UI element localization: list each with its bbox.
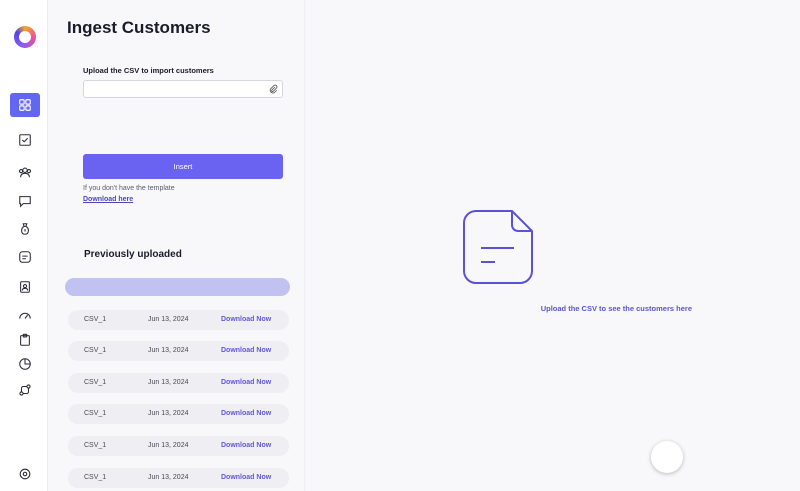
- money-bag-icon[interactable]: [10, 217, 40, 241]
- download-now-link[interactable]: Download Now: [221, 474, 271, 481]
- page-title: Ingest Customers: [67, 18, 211, 37]
- download-now-link[interactable]: Download Now: [221, 379, 271, 386]
- id-badge-icon[interactable]: [10, 275, 40, 299]
- download-now-link[interactable]: Download Now: [221, 442, 271, 449]
- document-icon: [463, 210, 533, 284]
- history-title: Previously uploaded: [84, 249, 182, 260]
- insert-button[interactable]: Insert: [83, 154, 283, 179]
- table-row: CSV_1 Jun 13, 2024 Download Now: [68, 436, 289, 456]
- table-row: CSV_1 Jun 13, 2024 Download Now: [68, 341, 289, 361]
- chat-icon[interactable]: [10, 189, 40, 213]
- file-name: CSV_1: [84, 442, 107, 449]
- paperclip-icon[interactable]: [268, 84, 278, 94]
- download-now-link[interactable]: Download Now: [221, 316, 271, 323]
- table-row: CSV_1 Jun 13, 2024 Download Now: [68, 404, 289, 424]
- dashboard-icon[interactable]: [10, 93, 40, 117]
- upload-date: Jun 13, 2024: [148, 474, 189, 481]
- settings-icon[interactable]: [10, 462, 40, 486]
- file-name: CSV_1: [84, 474, 107, 481]
- sidebar: [0, 0, 48, 491]
- users-icon[interactable]: [10, 160, 40, 184]
- file-name: CSV_1: [84, 410, 107, 417]
- checklist-icon[interactable]: [10, 128, 40, 152]
- template-hint: If you don't have the template: [83, 185, 175, 192]
- upload-date: Jun 13, 2024: [148, 410, 189, 417]
- download-now-link[interactable]: Download Now: [221, 410, 271, 417]
- ingest-panel: Ingest Customers Upload the CSV to impor…: [48, 0, 305, 491]
- logo: [14, 26, 36, 48]
- csv-upload-field[interactable]: [83, 80, 283, 101]
- upload-date: Jun 13, 2024: [148, 442, 189, 449]
- history-header-bar: [65, 278, 290, 296]
- gauge-icon[interactable]: [10, 303, 40, 327]
- upload-date: Jun 13, 2024: [148, 316, 189, 323]
- upload-date: Jun 13, 2024: [148, 347, 189, 354]
- customers-preview-area: Upload the CSV to see the customers here: [306, 0, 800, 491]
- upload-label: Upload the CSV to import customers: [83, 66, 214, 75]
- table-row: CSV_1 Jun 13, 2024 Download Now: [68, 310, 289, 330]
- pie-chart-icon[interactable]: [10, 352, 40, 376]
- table-row: CSV_1 Jun 13, 2024 Download Now: [68, 373, 289, 393]
- upload-date: Jun 13, 2024: [148, 379, 189, 386]
- file-name: CSV_1: [84, 316, 107, 323]
- clipboard-icon[interactable]: [10, 328, 40, 352]
- table-row: CSV_1 Jun 13, 2024 Download Now: [68, 468, 289, 488]
- flow-icon[interactable]: [10, 378, 40, 402]
- note-icon[interactable]: [10, 245, 40, 269]
- floating-action-button[interactable]: [651, 441, 683, 473]
- file-name: CSV_1: [84, 379, 107, 386]
- csv-upload-input[interactable]: [84, 84, 264, 101]
- download-template-link[interactable]: Download here: [83, 196, 133, 203]
- empty-state-text: Upload the CSV to see the customers here: [540, 304, 692, 313]
- download-now-link[interactable]: Download Now: [221, 347, 271, 354]
- file-name: CSV_1: [84, 347, 107, 354]
